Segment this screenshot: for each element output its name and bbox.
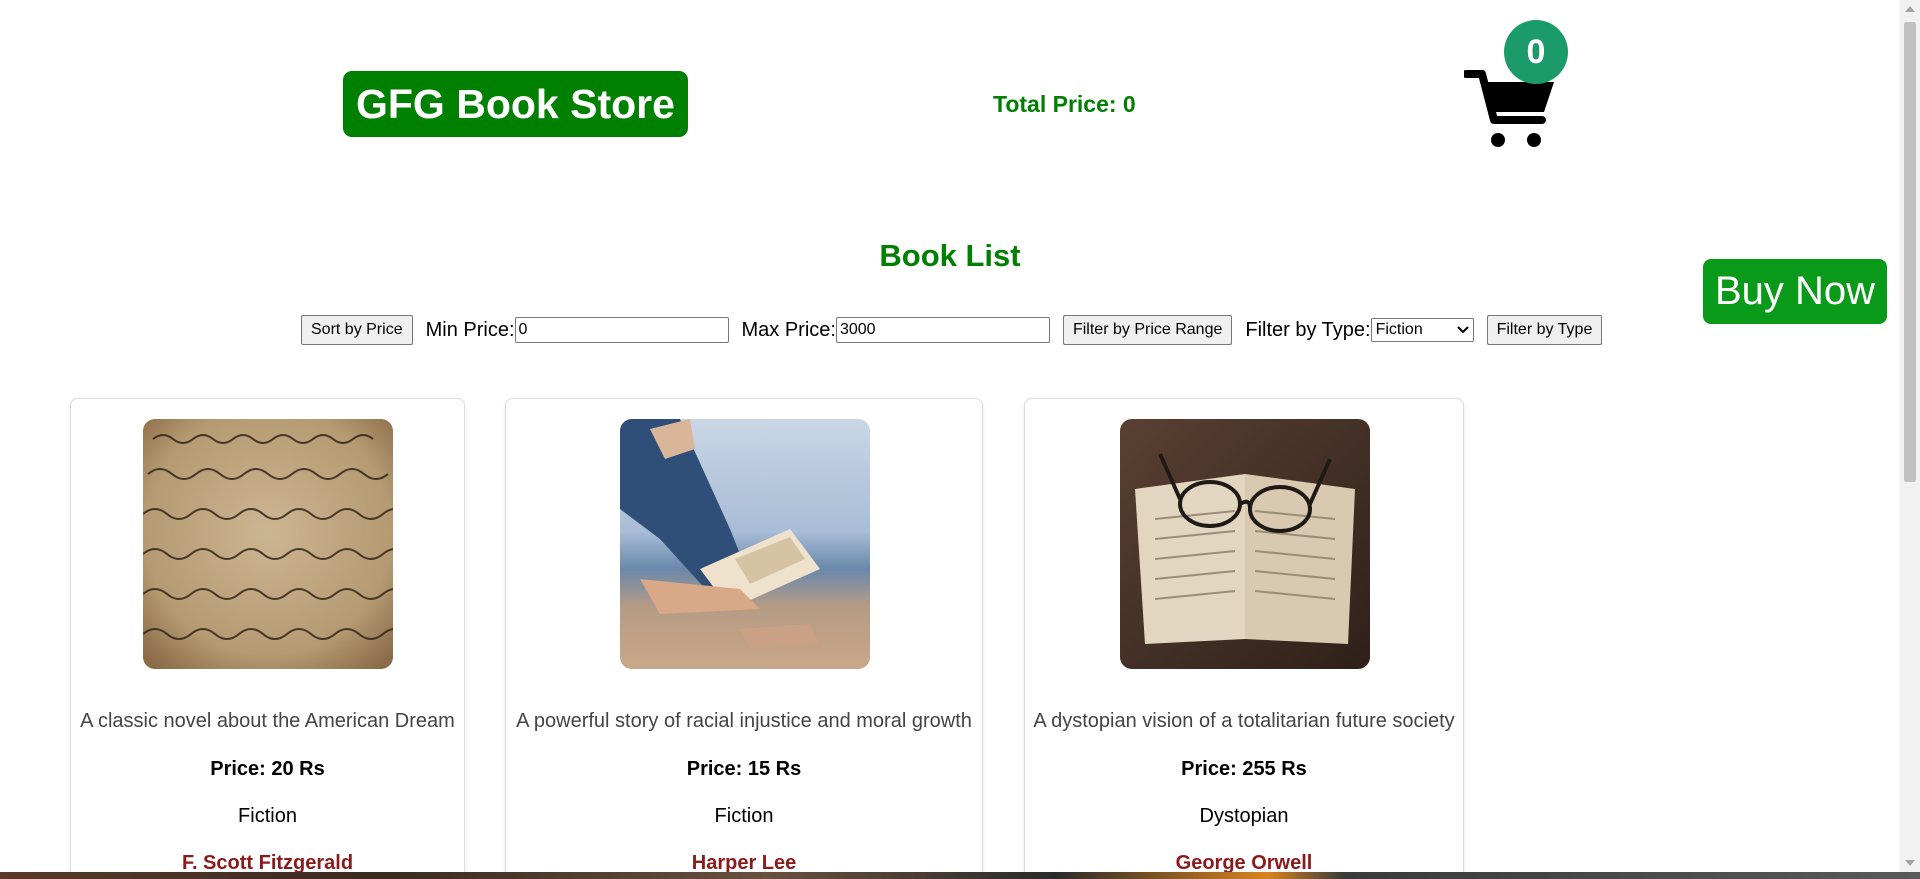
- max-price-label: Max Price:: [741, 318, 836, 341]
- book-card: A dystopian vision of a totalitarian fut…: [1024, 398, 1464, 879]
- filter-by-type-button[interactable]: Filter by Type: [1486, 315, 1603, 345]
- book-type: Fiction: [714, 805, 774, 827]
- store-logo[interactable]: GFG Book Store: [343, 71, 688, 137]
- scroll-down-icon[interactable]: [1905, 860, 1915, 866]
- book-description: A dystopian vision of a totalitarian fut…: [1033, 710, 1455, 732]
- type-select[interactable]: Fiction: [1370, 318, 1474, 342]
- cart-count-badge: 0: [1504, 20, 1568, 84]
- scrollbar-thumb[interactable]: [1904, 22, 1916, 482]
- sort-by-price-button[interactable]: Sort by Price: [301, 315, 413, 345]
- max-price-input[interactable]: [835, 317, 1050, 343]
- handwritten-letter-image: [143, 419, 393, 669]
- filter-controls: Sort by Price Min Price: Max Price: Filt…: [301, 315, 1603, 345]
- type-select-value: Fiction: [1375, 321, 1423, 338]
- woman-reading-by-sea-image: [620, 419, 870, 669]
- book-price: Price: 20 Rs: [210, 758, 325, 780]
- taskbar-strip: [0, 872, 1920, 879]
- vertical-scrollbar[interactable]: [1900, 0, 1920, 872]
- book-type: Dystopian: [1199, 805, 1289, 827]
- min-price-input[interactable]: [514, 317, 729, 343]
- book-card: A classic novel about the American Dream…: [70, 398, 465, 879]
- filter-price-range-button[interactable]: Filter by Price Range: [1062, 315, 1233, 345]
- book-list-title: Book List: [879, 238, 1021, 273]
- cart-button[interactable]: 0: [1464, 18, 1574, 153]
- filter-by-type-label: Filter by Type:: [1245, 318, 1371, 341]
- total-price: Total Price: 0: [993, 91, 1136, 117]
- book-price: Price: 255 Rs: [1181, 758, 1307, 780]
- chevron-down-icon: [1456, 326, 1469, 334]
- book-type: Fiction: [238, 805, 297, 827]
- scroll-up-icon[interactable]: [1905, 6, 1915, 12]
- book-description: A powerful story of racial injustice and…: [516, 710, 972, 732]
- book-price: Price: 15 Rs: [686, 758, 802, 780]
- min-price-label: Min Price:: [425, 318, 515, 341]
- open-book-with-glasses-image: [1120, 419, 1370, 669]
- book-description: A classic novel about the American Dream: [80, 710, 455, 732]
- book-card: A powerful story of racial injustice and…: [505, 398, 983, 879]
- page: GFG Book Store Total Price: 0 0 Buy Now …: [0, 0, 1920, 879]
